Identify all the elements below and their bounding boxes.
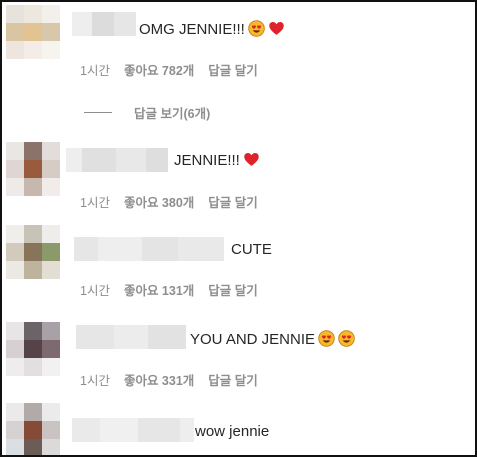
comment-text-content: OMG JENNIE!!! xyxy=(139,21,245,38)
view-replies-button[interactable]: 답글 보기(6개) xyxy=(84,103,210,122)
comment-text-content: wow jennie xyxy=(195,423,270,440)
comment-time: 1시간 xyxy=(80,374,110,388)
avatar[interactable] xyxy=(6,225,60,281)
comment-meta: 1시간 좋아요 131개 답글 달기 xyxy=(80,280,272,299)
comment-list: OMG JENNIE!!! 1시간 좋아요 782개 답글 달기 답글 보기(6개)… xyxy=(0,0,477,457)
username-blurred[interactable] xyxy=(74,237,224,261)
avatar[interactable] xyxy=(6,142,60,198)
reply-button[interactable]: 답글 달기 xyxy=(208,64,257,78)
comment-meta: 1시간 좋아요 380개 답글 달기 xyxy=(80,192,272,211)
username-blurred[interactable] xyxy=(72,12,136,36)
reply-button[interactable]: 답글 달기 xyxy=(208,196,257,210)
view-replies-label: 답글 보기(6개) xyxy=(134,107,211,121)
comment-text-content: JENNIE!!! xyxy=(174,152,240,169)
red-heart-emoji-icon xyxy=(244,152,259,166)
comment-time: 1시간 xyxy=(80,64,110,78)
red-heart-emoji-icon xyxy=(269,21,284,35)
username-blurred[interactable] xyxy=(72,418,194,442)
reply-button[interactable]: 답글 달기 xyxy=(208,374,257,388)
username-blurred[interactable] xyxy=(66,148,168,172)
heart-eyes-emoji-icon xyxy=(338,330,355,347)
comment-text-content: CUTE xyxy=(231,241,272,258)
comment-meta: 1시간 좋아요 782개 답글 달기 xyxy=(80,60,272,79)
comment-text: wow jennie xyxy=(195,420,269,444)
likes-count[interactable]: 좋아요 782개 xyxy=(124,64,194,78)
comment-text-content: YOU AND JENNIE xyxy=(190,331,316,348)
reply-button[interactable]: 답글 달기 xyxy=(208,284,257,298)
avatar[interactable] xyxy=(6,322,60,378)
reply-divider xyxy=(84,112,112,113)
comment-time: 1시간 xyxy=(80,284,110,298)
comment-meta: 1시간 좋아요 331개 답글 달기 xyxy=(80,370,272,389)
likes-count[interactable]: 좋아요 380개 xyxy=(124,196,194,210)
avatar[interactable] xyxy=(6,5,60,61)
heart-eyes-emoji-icon xyxy=(248,20,265,37)
comment-text: CUTE xyxy=(231,238,272,262)
username-blurred[interactable] xyxy=(76,325,186,349)
comment-text: JENNIE!!! xyxy=(174,149,260,173)
comment-text: YOU AND JENNIE xyxy=(190,328,355,352)
comment-time: 1시간 xyxy=(80,196,110,210)
avatar[interactable] xyxy=(6,403,60,455)
heart-eyes-emoji-icon xyxy=(318,330,335,347)
likes-count[interactable]: 좋아요 131개 xyxy=(124,284,194,298)
likes-count[interactable]: 좋아요 331개 xyxy=(124,374,194,388)
comment-text: OMG JENNIE!!! xyxy=(139,18,285,42)
